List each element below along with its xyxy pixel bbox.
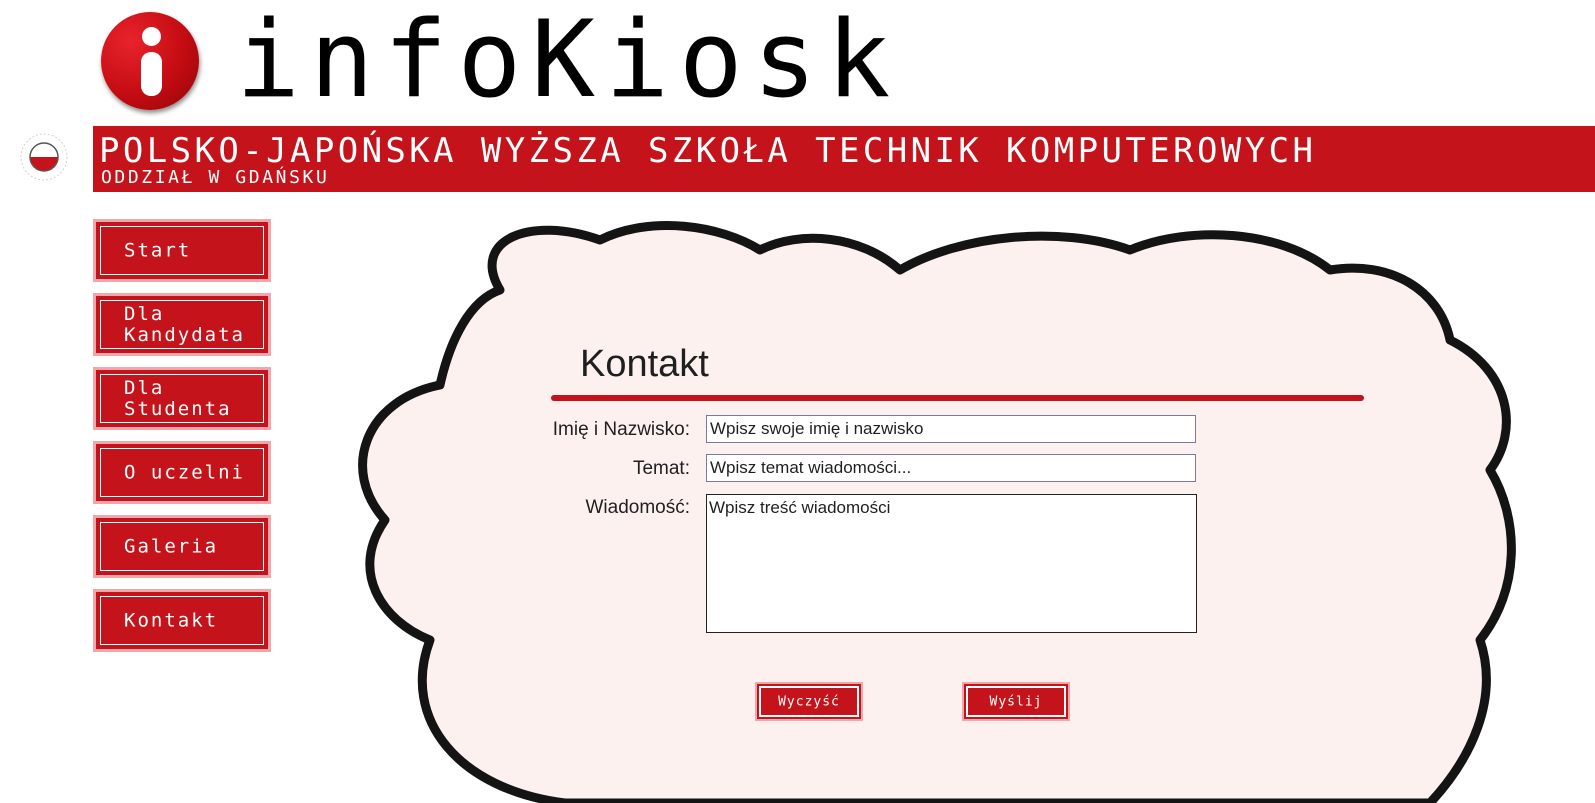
info-logo-icon: [101, 12, 199, 110]
subject-input[interactable]: [706, 454, 1196, 482]
send-button-label: Wyślij: [989, 694, 1043, 709]
school-seal-icon: [20, 133, 68, 181]
nav-gallery-button[interactable]: Galeria: [93, 515, 271, 578]
main-nav: Start Dla Kandydata Dla Studenta O uczel…: [93, 219, 271, 663]
title-divider: [551, 395, 1364, 401]
school-banner: POLSKO-JAPOŃSKA WYŻSZA SZKOŁA TECHNIK KO…: [93, 126, 1595, 192]
nav-student-label: Dla Studenta: [124, 376, 232, 420]
nav-start-button[interactable]: Start: [93, 219, 271, 282]
message-label: Wiadomość:: [585, 497, 690, 518]
clear-button[interactable]: Wyczyść: [755, 682, 863, 721]
nav-gallery-label: Galeria: [124, 535, 219, 557]
school-name: POLSKO-JAPOŃSKA WYŻSZA SZKOŁA TECHNIK KO…: [99, 131, 1317, 171]
nav-university-label: O uczelni: [124, 461, 245, 483]
nav-candidate-button[interactable]: Dla Kandydata: [93, 293, 271, 356]
nav-start-label: Start: [124, 239, 192, 261]
nav-student-button[interactable]: Dla Studenta: [93, 367, 271, 430]
site-logo-text: infoKiosk: [236, 0, 901, 121]
logo-i-dot: [142, 27, 161, 46]
message-textarea[interactable]: Wpisz treść wiadomości: [706, 494, 1197, 633]
page-title: Kontakt: [580, 343, 709, 385]
subject-label: Temat:: [632, 458, 690, 479]
logo-i-stem: [141, 52, 162, 96]
nav-contact-button[interactable]: Kontakt: [93, 589, 271, 652]
nav-candidate-label: Dla Kandydata: [124, 302, 245, 346]
school-branch: ODDZIAŁ W GDAŃSKU: [101, 167, 330, 188]
clear-button-label: Wyczyść: [778, 694, 840, 709]
name-input[interactable]: [706, 415, 1196, 443]
nav-university-button[interactable]: O uczelni: [93, 441, 271, 504]
send-button[interactable]: Wyślij: [962, 682, 1070, 721]
page: infoKiosk POLSKO-JAPOŃSKA WYŻSZA SZKOŁA …: [0, 0, 1595, 803]
name-label: Imię i Nazwisko:: [552, 419, 690, 440]
nav-contact-label: Kontakt: [124, 609, 219, 631]
